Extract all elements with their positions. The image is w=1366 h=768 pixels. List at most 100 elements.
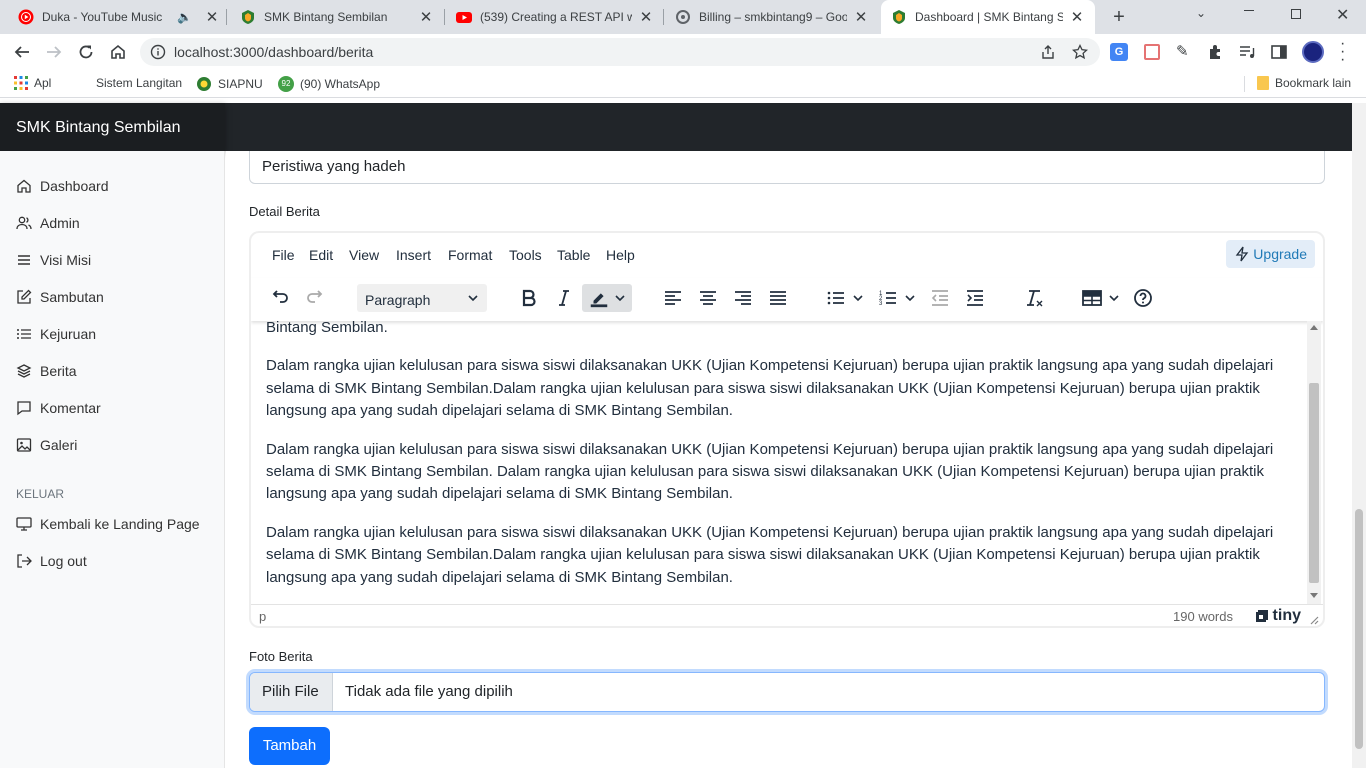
browser-tab[interactable]: Billing – smkbintang9 – Goog ✕ bbox=[665, 0, 879, 34]
redo-button[interactable] bbox=[301, 284, 329, 312]
align-left-button[interactable] bbox=[659, 284, 687, 312]
sidebar-item-visi-misi[interactable]: Visi Misi bbox=[16, 252, 91, 268]
translate-extension-icon[interactable]: G bbox=[1110, 43, 1128, 61]
menu-tools[interactable]: Tools bbox=[509, 247, 542, 263]
bookmark-sistem-langitan[interactable]: Sistem Langitan bbox=[96, 76, 182, 90]
scrollbar-thumb[interactable] bbox=[1355, 509, 1363, 749]
undo-button[interactable] bbox=[266, 284, 294, 312]
tab-search-icon[interactable]: ⌄ bbox=[1196, 6, 1206, 20]
numbered-list-button[interactable]: 123 bbox=[875, 284, 917, 312]
sidebar-item-label: Kejuruan bbox=[40, 326, 97, 342]
other-bookmarks[interactable]: Bookmark lain bbox=[1257, 76, 1351, 90]
sidebar-item-kejuruan[interactable]: Kejuruan bbox=[16, 326, 96, 342]
sidebar-item-dashboard[interactable]: Dashboard bbox=[16, 178, 109, 194]
page-scrollbar[interactable] bbox=[1352, 103, 1366, 768]
table-button[interactable] bbox=[1079, 284, 1121, 312]
help-button[interactable] bbox=[1129, 284, 1157, 312]
scrollbar-thumb[interactable] bbox=[1309, 383, 1319, 583]
bookmark-siapnu[interactable]: SIAPNU bbox=[196, 76, 263, 92]
scroll-down-icon[interactable] bbox=[1310, 593, 1318, 598]
block-format-value: Paragraph bbox=[365, 292, 431, 308]
bold-button[interactable] bbox=[515, 284, 543, 312]
menu-edit[interactable]: Edit bbox=[309, 247, 333, 263]
align-left-icon bbox=[665, 291, 681, 305]
users-icon bbox=[16, 216, 32, 230]
share-icon[interactable] bbox=[1040, 44, 1056, 60]
browser-tab[interactable]: Duka - YouTube Music 🔈 ✕ bbox=[8, 0, 230, 34]
highlight-color-button[interactable] bbox=[582, 284, 632, 312]
star-icon[interactable] bbox=[1072, 44, 1088, 60]
close-tab-icon[interactable]: ✕ bbox=[853, 9, 869, 26]
menu-file[interactable]: File bbox=[272, 247, 295, 263]
menu-format[interactable]: Format bbox=[448, 247, 492, 263]
resize-handle-icon[interactable] bbox=[1309, 615, 1319, 625]
media-control-icon[interactable] bbox=[1238, 43, 1256, 61]
menu-view[interactable]: View bbox=[349, 247, 379, 263]
file-input[interactable]: Pilih File Tidak ada file yang dipilih bbox=[249, 672, 1325, 712]
monitor-icon bbox=[16, 517, 32, 531]
menu-table[interactable]: Table bbox=[557, 247, 590, 263]
close-tab-icon[interactable]: ✕ bbox=[418, 9, 434, 26]
menu-help[interactable]: Help bbox=[606, 247, 635, 263]
clear-formatting-button[interactable] bbox=[1020, 284, 1048, 312]
sidebar-item-label: Kembali ke Landing Page bbox=[40, 516, 200, 532]
close-tab-icon[interactable]: ✕ bbox=[638, 9, 654, 26]
align-center-button[interactable] bbox=[694, 284, 722, 312]
new-tab-button[interactable]: + bbox=[1108, 6, 1130, 28]
tab-title: SMK Bintang Sembilan bbox=[264, 10, 388, 24]
sidebar-item-label: Berita bbox=[40, 363, 77, 379]
puzzle-icon[interactable] bbox=[1207, 43, 1225, 61]
restore-button[interactable] bbox=[1291, 9, 1301, 19]
sidebar-item-sambutan[interactable]: Sambutan bbox=[16, 289, 104, 305]
editor-content[interactable]: Bintang Sembilan. Dalam rangka ujian kel… bbox=[251, 321, 1309, 604]
app-brand[interactable]: SMK Bintang Sembilan bbox=[0, 103, 225, 151]
profile-avatar[interactable] bbox=[1302, 41, 1324, 63]
side-panel-icon[interactable] bbox=[1270, 43, 1288, 61]
outdent-button[interactable] bbox=[926, 284, 954, 312]
sidebar-item-galeri[interactable]: Galeri bbox=[16, 437, 77, 453]
element-path[interactable]: p bbox=[259, 609, 266, 624]
home-button[interactable] bbox=[106, 40, 130, 64]
choose-file-button[interactable]: Pilih File bbox=[250, 673, 333, 711]
tiny-brand[interactable]: tiny bbox=[1254, 607, 1301, 625]
close-window-button[interactable]: ✕ bbox=[1336, 5, 1349, 25]
scroll-up-icon[interactable] bbox=[1310, 325, 1318, 330]
close-tab-icon[interactable]: ✕ bbox=[1069, 9, 1085, 26]
speaker-icon[interactable]: 🔈 bbox=[177, 10, 192, 24]
reload-button[interactable] bbox=[74, 40, 98, 64]
sidebar-item-label: Admin bbox=[40, 215, 80, 231]
forward-button[interactable] bbox=[42, 40, 66, 64]
eyedropper-icon[interactable]: ✎ bbox=[1176, 42, 1189, 60]
table-icon bbox=[1082, 290, 1102, 306]
minimize-button[interactable] bbox=[1244, 10, 1254, 11]
browser-tab[interactable]: SMK Bintang Sembilan ✕ bbox=[230, 0, 444, 34]
block-format-select[interactable]: Paragraph bbox=[357, 284, 487, 312]
title-input[interactable]: Peristiwa yang hadeh bbox=[249, 151, 1325, 184]
browser-tab[interactable]: (539) Creating a REST API wit ✕ bbox=[446, 0, 664, 34]
extension-icon[interactable] bbox=[1144, 44, 1160, 60]
address-bar[interactable]: localhost:3000/dashboard/berita bbox=[140, 38, 1100, 66]
sidebar-item-logout[interactable]: Log out bbox=[16, 553, 87, 569]
align-right-button[interactable] bbox=[729, 284, 757, 312]
bullet-list-button[interactable] bbox=[823, 284, 865, 312]
info-icon[interactable] bbox=[150, 44, 166, 60]
sidebar-item-berita[interactable]: Berita bbox=[16, 363, 77, 379]
sidebar-item-komentar[interactable]: Komentar bbox=[16, 400, 101, 416]
chrome-menu-icon[interactable]: · · · bbox=[1340, 36, 1345, 68]
back-button[interactable] bbox=[10, 40, 34, 64]
align-justify-button[interactable] bbox=[764, 284, 792, 312]
word-count[interactable]: 190 words bbox=[1173, 609, 1233, 624]
submit-button[interactable]: Tambah bbox=[249, 727, 330, 765]
bookmark-apps[interactable]: Apl bbox=[14, 76, 51, 90]
bullet-list-icon bbox=[827, 291, 844, 305]
bookmark-whatsapp[interactable]: 92 (90) WhatsApp bbox=[278, 76, 380, 92]
sidebar-item-admin[interactable]: Admin bbox=[16, 215, 80, 231]
italic-button[interactable] bbox=[550, 284, 578, 312]
close-tab-icon[interactable]: ✕ bbox=[204, 9, 220, 26]
browser-tab-active[interactable]: Dashboard | SMK Bintang Se ✕ bbox=[881, 0, 1095, 34]
upgrade-button[interactable]: Upgrade bbox=[1226, 240, 1315, 268]
menu-insert[interactable]: Insert bbox=[396, 247, 431, 263]
editor-scrollbar[interactable] bbox=[1307, 321, 1321, 604]
sidebar-item-landing-page[interactable]: Kembali ke Landing Page bbox=[16, 516, 200, 532]
indent-button[interactable] bbox=[961, 284, 989, 312]
